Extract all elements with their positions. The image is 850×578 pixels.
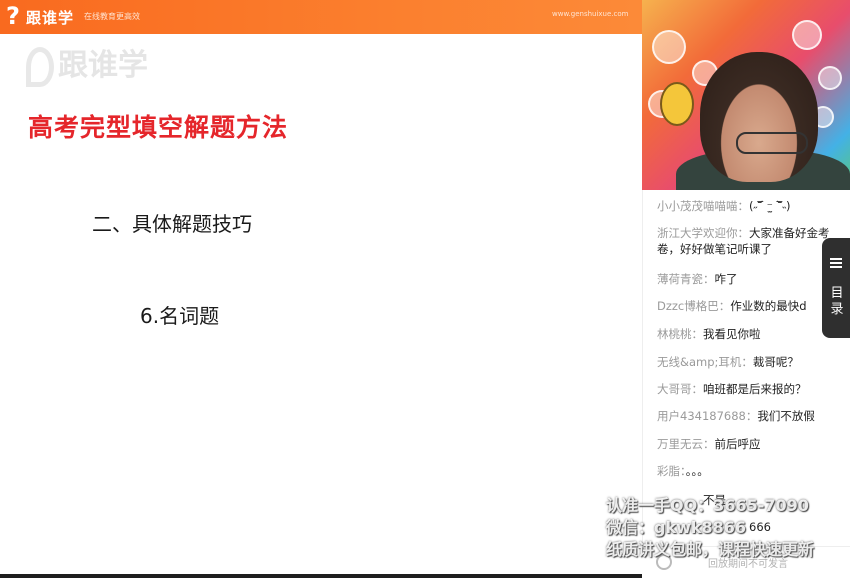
chat-message: 彩脂：。。。 bbox=[657, 464, 709, 478]
chat-message: 大哥哥：咱班都是后来报的？ bbox=[657, 382, 807, 396]
overlay-promo-text: 纸质讲义包邮，课程快速更新 bbox=[606, 540, 815, 559]
watermark-text: 跟谁学 bbox=[58, 48, 148, 83]
bg-bubble bbox=[792, 20, 822, 50]
slide-watermark-logo: 跟谁学 bbox=[26, 40, 148, 87]
menu-icon bbox=[830, 258, 842, 268]
chat-message: 无线&amp;耳机：裁哥呢？ bbox=[657, 355, 799, 369]
chat-message: 万里无云：前后呼应 bbox=[657, 437, 761, 451]
chat-message: 小小茂茂喵喵喵：(˶‾᷄ ⁻̫ ‾᷅˵) bbox=[657, 199, 791, 213]
chat-message: 用户434187688：我们不放假 bbox=[657, 409, 815, 423]
app-root: ? 跟谁学 在线教育更高效 www.genshuixue.com 跟谁学 高考完… bbox=[0, 0, 850, 578]
mascot-icon bbox=[660, 82, 694, 126]
overlay-qq-text: 认准一手QQ：3665-7090 bbox=[606, 496, 809, 515]
slide-subheading: 6.名词题 bbox=[140, 304, 220, 328]
chat-message: Dzzc博格巴：作业数的最快d bbox=[657, 299, 807, 313]
overlay-wechat-text: 微信：gkwk8866 bbox=[606, 518, 747, 537]
site-url: www.genshuixue.com bbox=[552, 10, 629, 18]
logo-mark: ? bbox=[6, 2, 20, 30]
chat-message: 林桃桃：我看见你啦 bbox=[657, 327, 761, 341]
slide-title: 高考完型填空解题方法 bbox=[28, 113, 289, 142]
teacher-head bbox=[700, 52, 818, 182]
catalog-menu-tab[interactable]: 目录 bbox=[822, 238, 850, 338]
chat-message: 薄荷青瓷：咋了 bbox=[657, 272, 738, 286]
watermark-q-icon bbox=[26, 46, 54, 87]
chat-message: 浙江大学欢迎你：大家准备好金考卷，好好做笔记听课了 bbox=[657, 226, 830, 256]
slide-header-bar: ? 跟谁学 在线教育更高效 www.genshuixue.com bbox=[0, 0, 642, 34]
bg-bubble bbox=[652, 30, 686, 64]
logo-slogan: 在线教育更高效 bbox=[84, 12, 140, 21]
chat-message: 666 bbox=[749, 520, 771, 534]
catalog-label: 目录 bbox=[830, 286, 844, 317]
logo-text: 跟谁学 bbox=[26, 9, 75, 27]
glasses-icon bbox=[736, 132, 808, 154]
slide-bottom-border bbox=[0, 574, 642, 578]
slide-area: ? 跟谁学 在线教育更高效 www.genshuixue.com 跟谁学 高考完… bbox=[0, 0, 642, 578]
bg-bubble bbox=[818, 66, 842, 90]
slide-section-heading: 二、具体解题技巧 bbox=[92, 212, 252, 236]
